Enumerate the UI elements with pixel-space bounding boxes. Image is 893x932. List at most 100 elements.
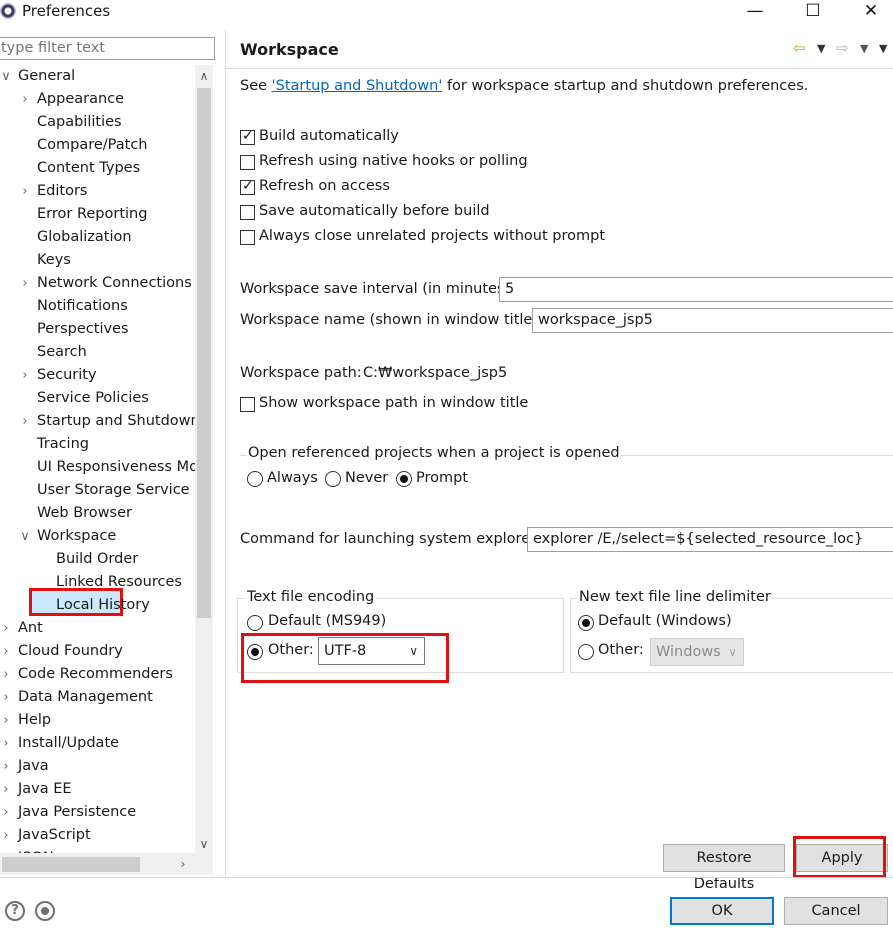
tree-item-security[interactable]: › Security: [0, 364, 195, 387]
tree-item-workspace[interactable]: ∨ Workspace: [0, 525, 195, 548]
tree-item-label: Web Browser: [37, 505, 132, 521]
tree-item-keys[interactable]: Keys: [0, 249, 195, 272]
workspace-name-input[interactable]: workspace_jsp5: [532, 308, 893, 333]
collapsed-chevron-icon[interactable]: ›: [0, 640, 12, 663]
vertical-scroll-thumb[interactable]: [197, 88, 211, 618]
collapsed-chevron-icon[interactable]: ›: [0, 709, 12, 732]
tree-item-label: Service Policies: [37, 390, 149, 406]
explorer-command-label: Command for launching system explorer:: [240, 531, 541, 547]
tree-item-error-reporting[interactable]: Error Reporting: [0, 203, 195, 226]
tree-item-label: Java Persistence: [18, 804, 137, 820]
collapsed-chevron-icon[interactable]: ›: [19, 364, 31, 387]
encoding-default-radio[interactable]: [247, 615, 263, 631]
collapsed-chevron-icon[interactable]: ›: [0, 663, 12, 686]
tree-item-startup-and-shutdown[interactable]: › Startup and Shutdown: [0, 410, 195, 433]
option-checkbox-label: Build automatically: [259, 128, 399, 144]
collapsed-chevron-icon[interactable]: ›: [19, 180, 31, 203]
tree-item-capabilities[interactable]: Capabilities: [0, 111, 195, 134]
startup-shutdown-link[interactable]: 'Startup and Shutdown': [272, 78, 443, 94]
ok-button[interactable]: OK: [670, 897, 774, 925]
scroll-up-icon[interactable]: ∧: [195, 65, 213, 87]
tree-item-local-history[interactable]: Local History: [0, 594, 195, 617]
scroll-right-icon[interactable]: ›: [174, 853, 192, 875]
option-checkbox[interactable]: [240, 128, 255, 145]
collapsed-chevron-icon[interactable]: ›: [19, 410, 31, 433]
tree-item-tracing[interactable]: Tracing: [0, 433, 195, 456]
tree-item-ui-responsiveness-mor[interactable]: UI Responsiveness Mor: [0, 456, 195, 479]
back-menu-chevron-icon[interactable]: ▼: [817, 42, 825, 55]
tree-item-install-update[interactable]: › Install/Update: [0, 732, 195, 755]
delimiter-select[interactable]: Windows ∨: [650, 638, 744, 666]
option-checkbox[interactable]: [240, 230, 255, 245]
delimiter-default-label: Default (Windows): [598, 613, 732, 629]
cancel-button[interactable]: Cancel: [784, 897, 888, 925]
filter-input[interactable]: type filter text: [0, 37, 215, 60]
collapsed-chevron-icon[interactable]: ›: [0, 617, 12, 640]
tree-item-build-order[interactable]: Build Order: [0, 548, 195, 571]
option-checkbox[interactable]: [240, 178, 255, 195]
workspace-name-label: Workspace name (shown in window title):: [240, 312, 543, 328]
delimiter-default-radio[interactable]: [578, 615, 594, 631]
minimize-button[interactable]: —: [732, 0, 778, 26]
tree-item-help[interactable]: › Help: [0, 709, 195, 732]
tree-item-label: Code Recommenders: [18, 666, 173, 682]
tree-item-notifications[interactable]: Notifications: [0, 295, 195, 318]
help-icon[interactable]: ?: [5, 901, 25, 921]
collapsed-chevron-icon[interactable]: ›: [0, 686, 12, 709]
tree-item-network-connections[interactable]: › Network Connections: [0, 272, 195, 295]
tree-item-java[interactable]: › Java: [0, 755, 195, 778]
expanded-chevron-icon[interactable]: ∨: [0, 65, 12, 88]
tree-item-user-storage-service[interactable]: User Storage Service: [0, 479, 195, 502]
tree-item-globalization[interactable]: Globalization: [0, 226, 195, 249]
tree-item-appearance[interactable]: › Appearance: [0, 88, 195, 111]
tree-item-web-browser[interactable]: Web Browser: [0, 502, 195, 525]
tree-item-ant[interactable]: › Ant: [0, 617, 195, 640]
save-interval-input[interactable]: 5: [499, 277, 893, 302]
close-button[interactable]: ✕: [848, 0, 893, 26]
tree-item-editors[interactable]: › Editors: [0, 180, 195, 203]
collapsed-chevron-icon[interactable]: ›: [0, 801, 12, 824]
tree-item-label: Error Reporting: [37, 206, 148, 222]
explorer-command-input[interactable]: explorer /E,/select=${selected_resource_…: [527, 527, 893, 552]
back-arrow-icon[interactable]: ⇦: [793, 39, 806, 57]
maximize-button[interactable]: ☐: [790, 0, 836, 26]
expanded-chevron-icon[interactable]: ∨: [19, 525, 31, 548]
tree-item-content-types[interactable]: Content Types: [0, 157, 195, 180]
collapsed-chevron-icon[interactable]: ›: [0, 732, 12, 755]
open-ref-always-radio[interactable]: [247, 471, 263, 487]
forward-menu-chevron-icon[interactable]: ▼: [860, 42, 868, 55]
tree-item-compare-patch[interactable]: Compare/Patch: [0, 134, 195, 157]
tree-item-code-recommenders[interactable]: › Code Recommenders: [0, 663, 195, 686]
tree-item-search[interactable]: Search: [0, 341, 195, 364]
tree-item-label: Linked Resources: [56, 574, 182, 590]
horizontal-scroll-thumb[interactable]: [2, 857, 140, 872]
tree-item-cloud-foundry[interactable]: › Cloud Foundry: [0, 640, 195, 663]
import-export-icon[interactable]: [35, 901, 55, 921]
collapsed-chevron-icon[interactable]: ›: [0, 824, 12, 847]
show-path-checkbox[interactable]: [240, 397, 255, 412]
option-checkbox[interactable]: [240, 205, 255, 220]
scroll-down-icon[interactable]: ∨: [195, 833, 213, 855]
collapsed-chevron-icon[interactable]: ›: [19, 88, 31, 111]
tree-item-label: Help: [18, 712, 52, 728]
open-ref-option-label: Prompt: [416, 470, 469, 486]
tree-item-general[interactable]: ∨ General: [0, 65, 195, 88]
panel-divider[interactable]: [225, 30, 226, 877]
delimiter-other-radio[interactable]: [578, 644, 594, 660]
forward-arrow-icon[interactable]: ⇨: [836, 39, 849, 57]
tree-item-perspectives[interactable]: Perspectives: [0, 318, 195, 341]
tree-item-data-management[interactable]: › Data Management: [0, 686, 195, 709]
tree-item-linked-resources[interactable]: Linked Resources: [0, 571, 195, 594]
open-ref-prompt-radio[interactable]: [396, 471, 412, 487]
option-checkbox[interactable]: [240, 155, 255, 170]
collapsed-chevron-icon[interactable]: ›: [0, 778, 12, 801]
collapsed-chevron-icon[interactable]: ›: [0, 755, 12, 778]
collapsed-chevron-icon[interactable]: ›: [19, 272, 31, 295]
view-menu-icon[interactable]: ▼: [879, 42, 887, 55]
tree-item-javascript[interactable]: › JavaScript: [0, 824, 195, 847]
tree-item-java-persistence[interactable]: › Java Persistence: [0, 801, 195, 824]
open-ref-never-radio[interactable]: [325, 471, 341, 487]
tree-item-java-ee[interactable]: › Java EE: [0, 778, 195, 801]
tree-item-service-policies[interactable]: Service Policies: [0, 387, 195, 410]
restore-defaults-button[interactable]: Restore Defaults: [663, 844, 785, 892]
